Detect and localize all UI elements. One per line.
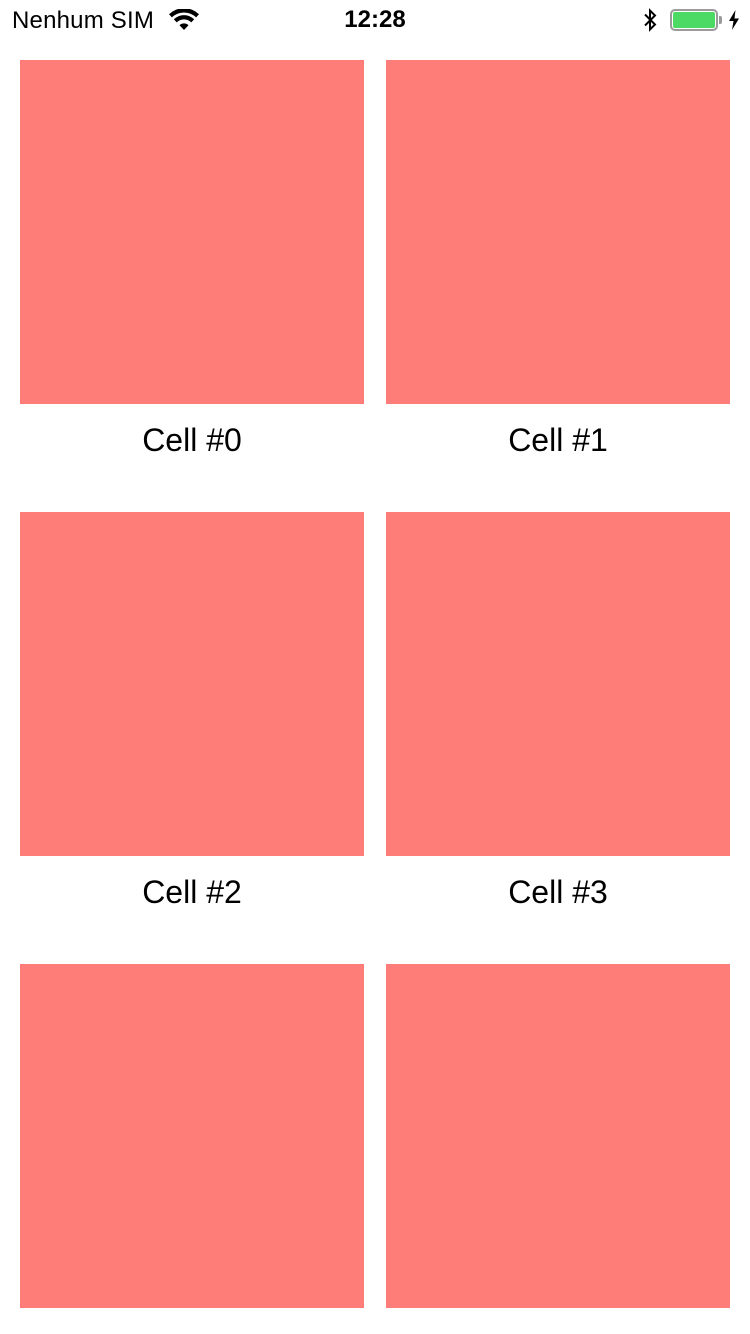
status-bar: Nenhum SIM 12:28	[0, 0, 750, 40]
status-time: 12:28	[344, 6, 406, 33]
cell-label: Cell #0	[142, 422, 242, 458]
cell-image	[20, 512, 364, 856]
cell-label: Cell #2	[142, 874, 242, 910]
grid-cell[interactable]: Cell #2	[20, 512, 364, 944]
battery-icon	[670, 9, 722, 31]
cell-image	[20, 60, 364, 404]
cell-image	[386, 964, 730, 1308]
charging-icon	[728, 10, 740, 30]
bluetooth-icon	[642, 8, 658, 32]
grid-cell[interactable]	[20, 964, 364, 1334]
cell-image	[20, 964, 364, 1308]
cell-image	[386, 512, 730, 856]
cell-image	[386, 60, 730, 404]
grid-cell[interactable]	[386, 964, 730, 1334]
battery-level-fill	[673, 12, 715, 28]
grid-cell[interactable]: Cell #0	[20, 60, 364, 492]
battery-tip	[719, 16, 722, 24]
grid-cell[interactable]: Cell #3	[386, 512, 730, 944]
cell-label: Cell #1	[508, 422, 608, 458]
grid-cell[interactable]: Cell #1	[386, 60, 730, 492]
cell-label: Cell #3	[508, 874, 608, 910]
